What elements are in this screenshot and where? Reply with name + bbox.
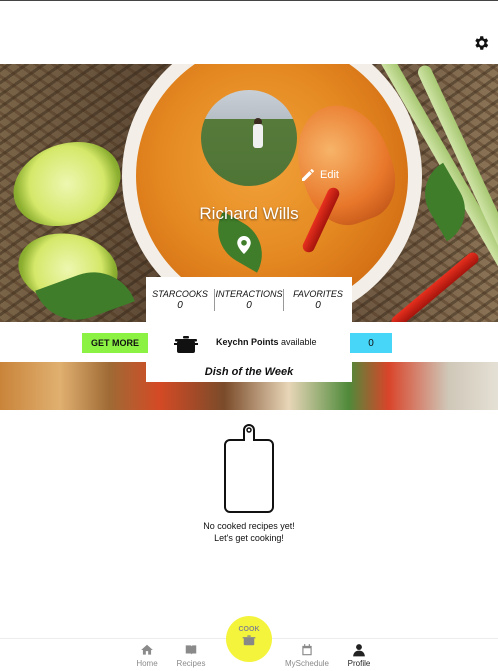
home-icon (141, 644, 153, 655)
edit-profile-button[interactable]: Edit (300, 167, 339, 183)
cook-label: COOK (238, 626, 260, 633)
chili-pepper (389, 250, 481, 322)
points-value: 0 (350, 333, 392, 353)
stat-starcooks[interactable]: STARCOOKS 0 (146, 289, 214, 311)
stat-interactions[interactable]: INTERACTIONS 0 (215, 289, 283, 311)
tab-myschedule[interactable]: MySchedule (282, 643, 332, 668)
stat-label: STARCOOKS (152, 289, 208, 299)
avatar-person-body (253, 124, 263, 148)
stat-value: 0 (177, 300, 183, 311)
location-pin-icon[interactable] (237, 236, 251, 254)
cook-button[interactable]: COOK (226, 616, 272, 662)
cooking-pot-icon (242, 635, 256, 646)
book-icon (185, 645, 197, 655)
cutting-board-icon (224, 424, 274, 513)
tab-label: Recipes (176, 659, 206, 668)
stat-label: INTERACTIONS (215, 289, 283, 299)
tab-profile[interactable]: Profile (334, 643, 384, 668)
gear-icon[interactable] (472, 34, 490, 52)
pencil-icon (302, 169, 314, 181)
points-label: Keychn Points available (216, 337, 317, 347)
stat-favorites[interactable]: FAVORITES 0 (284, 289, 352, 311)
empty-state-line2: Let's get cooking! (214, 533, 284, 543)
cooking-pot-icon (174, 336, 198, 353)
calendar-icon (302, 644, 312, 656)
tab-label: Profile (347, 659, 371, 668)
edit-label: Edit (320, 169, 339, 181)
stat-value: 0 (315, 300, 321, 311)
tab-label: Home (136, 659, 158, 668)
profile-stats: STARCOOKS 0 INTERACTIONS 0 FAVORITES 0 (146, 277, 352, 323)
empty-state-line1: No cooked recipes yet! (203, 521, 295, 531)
points-suffix: available (281, 337, 317, 347)
person-icon (353, 644, 365, 657)
get-more-button[interactable]: GET MORE (82, 333, 148, 353)
points-title: Keychn Points (216, 337, 279, 347)
tab-label: MySchedule (284, 659, 330, 668)
tab-recipes[interactable]: Recipes (166, 643, 216, 668)
user-name: Richard Wills (199, 204, 299, 223)
stat-label: FAVORITES (293, 289, 343, 299)
avatar[interactable] (201, 90, 297, 186)
top-border (0, 0, 498, 1)
tab-home[interactable]: Home (122, 643, 172, 668)
empty-state-message: No cooked recipes yet! Let's get cooking… (0, 520, 498, 544)
stat-value: 0 (246, 300, 252, 311)
dish-of-week-title[interactable]: Dish of the Week (146, 362, 352, 382)
